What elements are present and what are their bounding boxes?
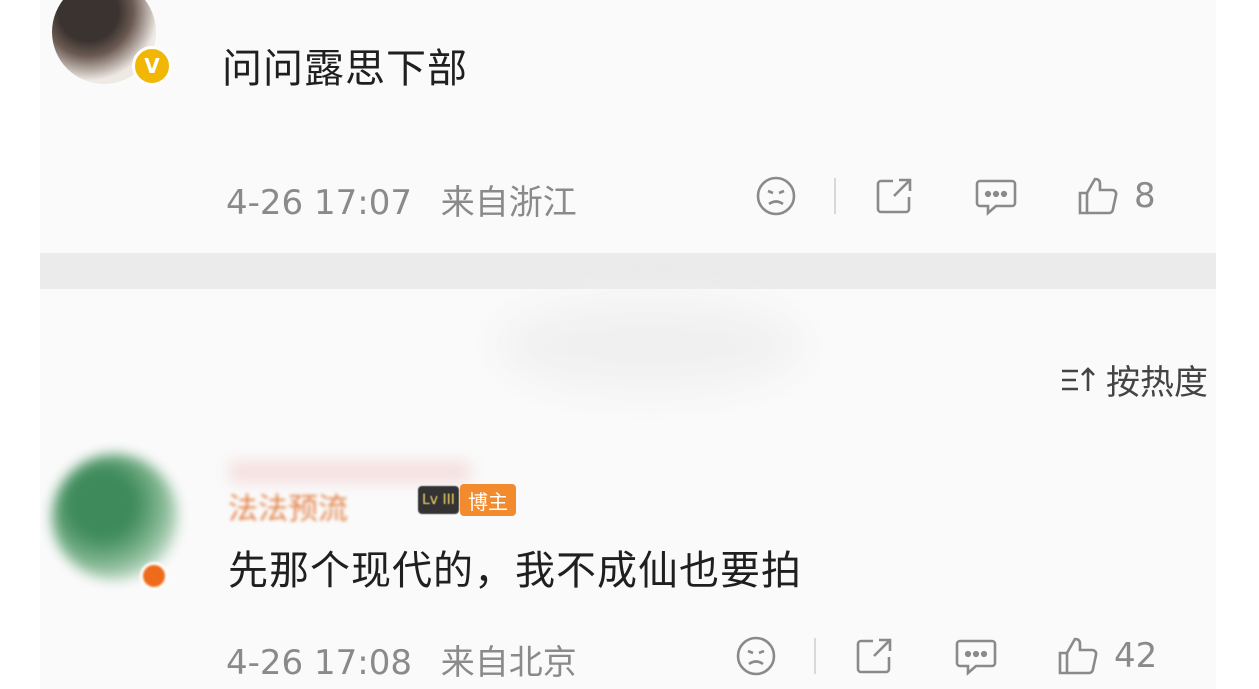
sort-label: 按热度	[1106, 363, 1208, 403]
comment-actions: 42	[730, 630, 1157, 682]
comment-icon[interactable]	[970, 170, 1022, 222]
verified-badge-icon	[140, 562, 168, 590]
section-divider	[40, 253, 1216, 289]
divider	[834, 178, 836, 214]
comment-time: 4-26 17:08	[226, 643, 412, 683]
sort-icon	[1062, 366, 1095, 391]
comment-meta: 4-26 17:07 来自浙江	[226, 175, 577, 224]
comment-location: 来自浙江	[440, 183, 577, 223]
level-badge: Lv III	[418, 486, 459, 514]
like-count: 42	[1114, 636, 1158, 676]
comment-meta: 4-26 17:08 来自北京	[226, 635, 577, 684]
comment-time: 4-26 17:07	[226, 183, 412, 223]
watermark-blur	[500, 300, 800, 390]
neutral-face-icon[interactable]	[730, 630, 782, 682]
comment-text: 先那个现代的，我不成仙也要拍	[228, 548, 802, 594]
comment-icon[interactable]	[950, 630, 1002, 682]
like-count: 8	[1134, 176, 1156, 216]
sort-toggle[interactable]: 按热度	[1060, 355, 1208, 404]
thumbs-up-icon[interactable]	[1052, 630, 1104, 682]
share-icon[interactable]	[848, 630, 900, 682]
verified-badge-icon: V	[132, 46, 172, 86]
username[interactable]: 法法预流	[228, 484, 348, 528]
thumbs-up-icon[interactable]	[1072, 170, 1124, 222]
share-icon[interactable]	[868, 170, 920, 222]
comment-actions: 8	[750, 170, 1156, 222]
comment-text: 问问露思下部	[222, 46, 468, 92]
avatar[interactable]	[52, 454, 178, 580]
comment-feed: V 问问露思下部 4-26 17:07 来自浙江 8 按热度 法法预流 Lv I…	[40, 0, 1216, 689]
host-badge: 博主	[460, 484, 516, 516]
divider	[814, 638, 816, 674]
comment-location: 来自北京	[440, 643, 577, 683]
blurred-area	[230, 462, 470, 482]
neutral-face-icon[interactable]	[750, 170, 802, 222]
